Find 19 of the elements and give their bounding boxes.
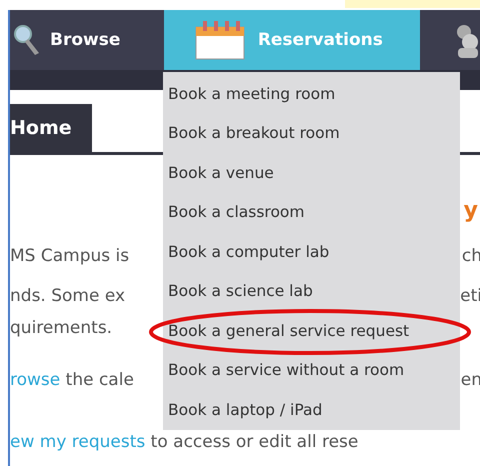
body-text: quirements. xyxy=(10,318,112,340)
menu-item[interactable]: Book a meeting room xyxy=(168,84,336,103)
calendar-icon xyxy=(194,19,246,61)
body-text: MS Campus is xyxy=(10,246,130,268)
menu-item[interactable]: Book a service without a room xyxy=(168,361,404,380)
body-text: rowse the cale xyxy=(10,370,134,392)
menu-item[interactable]: Book a science lab xyxy=(168,282,313,300)
body-text: nds. Some ex xyxy=(10,286,126,308)
body-text: ew my requests to access or edit all rese xyxy=(10,432,358,454)
menu-item[interactable]: Book a computer lab xyxy=(168,242,330,261)
people-icon xyxy=(454,22,480,58)
menu-item[interactable]: Book a classroom xyxy=(168,203,305,222)
menu-item[interactable]: Book a venue xyxy=(168,164,274,182)
menu-item[interactable]: Book a breakout room xyxy=(168,124,340,142)
home-tab[interactable]: Home xyxy=(10,104,92,152)
page-heading: y xyxy=(464,198,478,223)
nav-tab[interactable]: Browse xyxy=(10,10,161,70)
menu-item[interactable]: Book a laptop / iPad xyxy=(168,400,322,419)
search-icon xyxy=(12,23,42,57)
